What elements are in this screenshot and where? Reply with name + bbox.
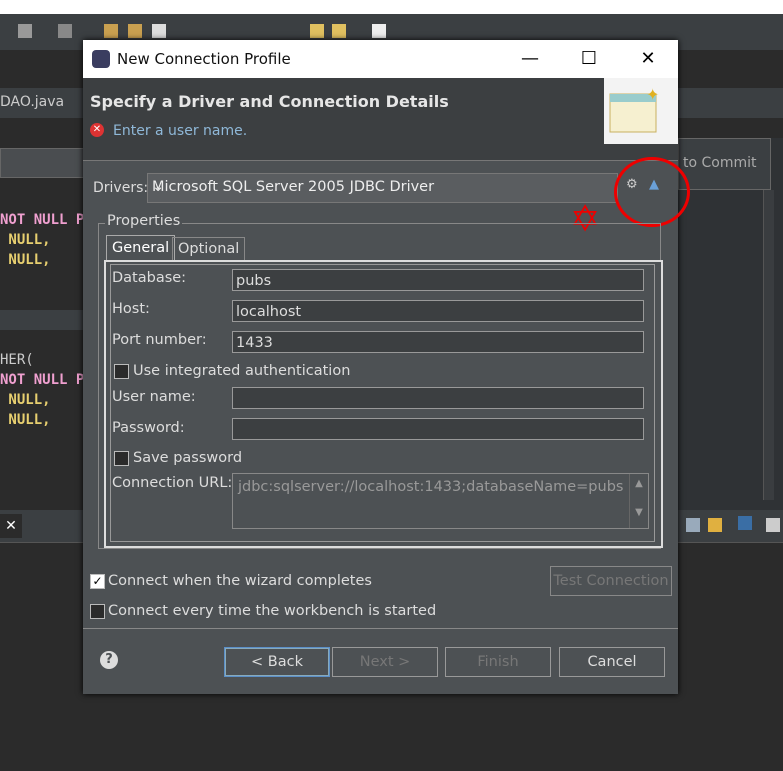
banner-title: Specify a Driver and Connection Details — [90, 92, 449, 111]
dialog-title: New Connection Profile — [117, 50, 291, 68]
new-connection-profile-dialog: New Connection Profile — ☐ ✕ Specify a D… — [83, 40, 690, 694]
code-line: NULL, — [0, 252, 51, 268]
host-label: Host: — [112, 301, 150, 317]
scroll-down-icon[interactable]: ▼ — [630, 507, 648, 518]
wizard-banner — [83, 78, 678, 161]
minimize-button[interactable]: — — [501, 40, 559, 78]
host-input[interactable]: localhost — [232, 300, 644, 322]
port-label: Port number: — [112, 332, 207, 348]
connect-every-time-checkbox[interactable] — [90, 604, 105, 619]
connect-every-time-label: Connect every time the workbench is star… — [108, 603, 437, 619]
tree-icon[interactable] — [738, 516, 752, 530]
scrollbar[interactable] — [763, 190, 774, 500]
integrated-auth-label: Use integrated authentication — [133, 363, 351, 379]
sync-icon[interactable] — [708, 518, 722, 532]
code-line: NULL, — [0, 392, 51, 408]
user-name-label: User name: — [112, 389, 196, 405]
properties-tabs: General Optional — [104, 235, 661, 262]
settings-icon[interactable] — [766, 518, 780, 532]
toolbar-icon[interactable] — [58, 24, 72, 38]
tab-optional[interactable]: Optional — [172, 237, 246, 262]
sql-input-bar[interactable] — [0, 148, 87, 178]
code-line: HER( — [0, 352, 34, 368]
properties-label: Properties — [105, 213, 183, 229]
back-arrow-icon[interactable] — [332, 24, 346, 38]
save-password-checkbox[interactable] — [114, 451, 129, 466]
folder-icon[interactable] — [128, 24, 142, 38]
code-line: NOT NULL P — [0, 212, 85, 228]
scroll-up-icon[interactable]: ▲ — [630, 478, 648, 489]
arrow-icon[interactable] — [310, 24, 324, 38]
code-divider — [0, 310, 85, 330]
code-line: NULL, — [0, 232, 51, 248]
tab-general[interactable]: General — [106, 235, 176, 262]
error-icon: ✕ — [90, 123, 104, 137]
close-icon[interactable]: ✕ — [0, 514, 22, 538]
toolbar-icon[interactable] — [18, 24, 32, 38]
forward-arrow-icon[interactable] — [372, 24, 386, 38]
next-button[interactable]: Next > — [332, 647, 438, 677]
svg-text:✦: ✦ — [646, 85, 659, 104]
code-line: NOT NULL P — [0, 372, 85, 388]
editor-tab[interactable]: DAO.java — [0, 94, 64, 110]
code-line: NULL, — [0, 412, 51, 428]
pen-icon[interactable] — [152, 24, 166, 38]
user-name-input[interactable] — [232, 387, 644, 409]
test-connection-button[interactable]: Test Connection — [550, 566, 672, 596]
title-bar[interactable]: New Connection Profile — ☐ ✕ — [83, 40, 678, 78]
connection-url-label: Connection URL: — [112, 475, 233, 491]
back-button[interactable]: < Back — [224, 647, 330, 677]
connection-url-value: jdbc:sqlserver://localhost:1433;database… — [238, 479, 624, 495]
annotation-circle — [614, 157, 690, 227]
save-password-label: Save password — [133, 450, 243, 466]
database-input[interactable]: pubs — [232, 269, 644, 291]
close-button[interactable]: ✕ — [619, 40, 677, 78]
integrated-auth-checkbox[interactable] — [114, 364, 129, 379]
help-icon[interactable]: ? — [100, 651, 118, 669]
connection-url-field[interactable]: jdbc:sqlserver://localhost:1433;database… — [232, 473, 649, 529]
drivers-label: Drivers: — [93, 180, 149, 196]
cancel-button[interactable]: Cancel — [559, 647, 665, 677]
code-editor[interactable]: NOT NULL P NULL, NULL, HER( NOT NULL P N… — [0, 180, 85, 510]
folder-icon[interactable] — [104, 24, 118, 38]
auto-commit-button[interactable]: to Commit — [678, 138, 771, 190]
finish-button[interactable]: Finish — [445, 647, 551, 677]
connect-on-complete-checkbox[interactable]: ✓ — [90, 574, 105, 589]
error-message: Enter a user name. — [113, 123, 248, 139]
auto-commit-label: to Commit — [683, 155, 757, 171]
password-input[interactable] — [232, 418, 644, 440]
database-label: Database: — [112, 270, 187, 286]
toolbar-icon[interactable] — [686, 518, 700, 532]
password-label: Password: — [112, 420, 185, 436]
wizard-image-icon: ✦ — [604, 78, 678, 144]
url-scrollbar[interactable]: ▲ ▼ — [629, 474, 648, 528]
drivers-select[interactable]: Microsoft SQL Server 2005 JDBC Driver ⌄ — [147, 173, 618, 203]
connect-on-complete-label: Connect when the wizard completes — [108, 573, 372, 589]
maximize-button[interactable]: ☐ — [560, 40, 618, 78]
port-input[interactable]: 1433 — [232, 331, 644, 353]
app-icon — [92, 50, 110, 68]
separator — [83, 628, 678, 629]
chevron-down-icon: ⌄ — [152, 179, 165, 195]
top-border — [0, 0, 783, 14]
